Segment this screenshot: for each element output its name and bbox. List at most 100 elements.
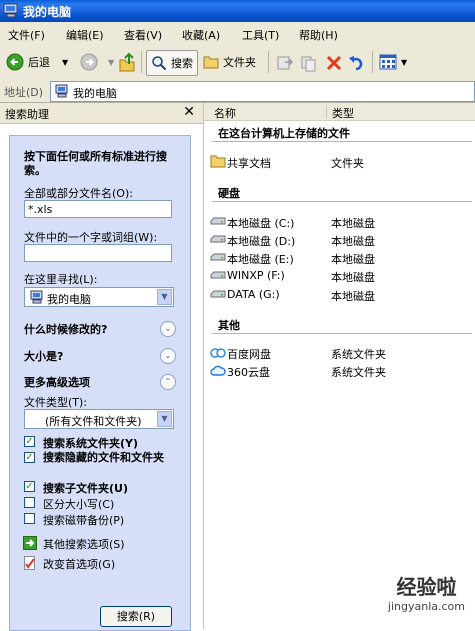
watermark: 经验啦 jingyanla.com — [388, 571, 465, 613]
folder-icon — [203, 56, 219, 69]
views-button[interactable]: ▼ — [379, 50, 407, 74]
item-type: 本地磁盘 — [331, 217, 375, 230]
filetype-select[interactable]: (所有文件和文件夹) ▼ — [24, 409, 174, 429]
search-panel: 搜索助理 ✕ 按下面任何或所有标准进行搜索。 全部或部分文件名(O): *.xl… — [0, 103, 204, 631]
list-item[interactable]: 百度网盘 系统文件夹 — [210, 345, 470, 361]
toolbar: 后退 ▼ ▼ 搜索 文件夹 ▼ — [0, 44, 475, 81]
up-folder-icon[interactable] — [118, 50, 136, 74]
advanced-options-label[interactable]: 更多高级选项 — [24, 374, 90, 390]
my-computer-icon — [30, 290, 43, 304]
address-field[interactable]: 我的电脑 — [50, 81, 475, 102]
column-header: 名称 类型 — [204, 103, 475, 121]
item-type: 文件夹 — [331, 157, 364, 170]
checkbox-system-folders[interactable]: ✓ — [24, 436, 35, 447]
item-name: 百度网盘 — [227, 348, 271, 361]
back-arrow-icon — [6, 53, 24, 71]
search-button[interactable]: 搜索 — [146, 50, 198, 76]
list-item[interactable]: 本地磁盘 (D:) 本地磁盘 — [210, 232, 470, 248]
group-title: 在这台计算机上存储的文件 — [218, 127, 350, 140]
expand-chevron-icon[interactable]: ⌄ — [160, 348, 176, 364]
forward-dropdown-icon[interactable]: ▼ — [108, 58, 114, 67]
item-type: 本地磁盘 — [331, 290, 375, 303]
chevron-down-icon[interactable]: ▼ — [157, 289, 172, 305]
menu-edit[interactable]: 编辑(E) — [66, 27, 104, 43]
item-name: WINXP (F:) — [227, 269, 285, 282]
item-name: DATA (G:) — [227, 288, 280, 301]
my-computer-icon — [3, 3, 18, 18]
other-search-options-link[interactable]: 其他搜索选项(S) — [43, 536, 125, 552]
baidu-cloud-icon — [210, 348, 226, 358]
lookin-label: 在这里寻找(L): — [24, 273, 98, 286]
address-value: 我的电脑 — [73, 87, 117, 100]
checkbox-subfolders[interactable]: ✓ — [24, 481, 35, 492]
back-button[interactable]: 后退 ▼ — [6, 50, 68, 74]
menu-file[interactable]: 文件(F) — [8, 27, 45, 43]
copy-to-icon[interactable] — [300, 50, 318, 74]
word-input[interactable] — [24, 244, 172, 262]
option-system-folders-label[interactable]: 搜索系统文件夹(Y) — [43, 435, 138, 451]
back-dropdown-icon[interactable]: ▼ — [62, 58, 68, 67]
menu-help[interactable]: 帮助(H) — [299, 27, 338, 43]
column-name-header[interactable]: 名称 — [214, 105, 236, 121]
list-item[interactable]: DATA (G:) 本地磁盘 — [210, 287, 470, 303]
menu-tools[interactable]: 工具(T) — [242, 27, 279, 43]
option-subfolders-label[interactable]: 搜索子文件夹(U) — [43, 480, 128, 496]
filetype-value: (所有文件和文件夹) — [45, 415, 142, 428]
item-type: 本地磁盘 — [331, 253, 375, 266]
delete-icon[interactable] — [325, 50, 343, 74]
list-item[interactable]: 本地磁盘 (C:) 本地磁盘 — [210, 214, 470, 230]
green-arrow-icon — [23, 536, 37, 550]
group-title: 其他 — [218, 319, 240, 332]
forward-arrow-icon — [80, 53, 98, 71]
menu-favorites[interactable]: 收藏(A) — [182, 27, 220, 43]
file-list-pane: 名称 类型 在这台计算机上存储的文件 共享文档 文件夹 硬盘 本地磁盘 (C:)… — [204, 103, 475, 629]
checkbox-tape-backup[interactable] — [24, 513, 35, 524]
list-item[interactable]: 本地磁盘 (E:) 本地磁盘 — [210, 250, 470, 266]
item-name: 本地磁盘 (D:) — [227, 235, 296, 248]
option-case-sensitive-label[interactable]: 区分大小写(C) — [43, 496, 114, 512]
folders-button[interactable]: 文件夹 — [203, 50, 256, 74]
watermark-line2: jingyanla.com — [387, 600, 465, 613]
folders-label: 文件夹 — [223, 56, 256, 69]
views-dropdown-icon: ▼ — [401, 57, 408, 67]
item-type: 系统文件夹 — [331, 348, 386, 361]
close-icon[interactable]: ✕ — [183, 104, 195, 120]
search-label: 搜索 — [171, 57, 193, 70]
list-item[interactable]: 360云盘 系统文件夹 — [210, 363, 470, 379]
forward-button[interactable]: ▼ — [80, 50, 114, 74]
my-computer-icon — [55, 84, 68, 98]
checkbox-hidden-files[interactable]: ✓ — [24, 452, 35, 463]
item-name: 共享文档 — [227, 157, 271, 170]
when-modified-label[interactable]: 什么时候修改的? — [24, 321, 107, 337]
filetype-label: 文件类型(T): — [24, 396, 88, 409]
cloud-icon — [210, 365, 226, 376]
search-icon — [152, 56, 167, 71]
lookin-select[interactable]: 我的电脑 ▼ — [24, 287, 174, 307]
checkbox-case-sensitive[interactable] — [24, 497, 35, 508]
expand-chevron-icon[interactable]: ⌄ — [160, 321, 176, 337]
search-submit-button[interactable]: 搜索(R) — [100, 606, 172, 627]
search-panel-body: 按下面任何或所有标准进行搜索。 全部或部分文件名(O): *.xls 文件中的一… — [9, 135, 191, 631]
move-to-icon[interactable] — [276, 50, 294, 74]
search-heading: 按下面任何或所有标准进行搜索。 — [24, 150, 167, 177]
address-label: 地址(D) — [4, 86, 44, 99]
item-name: 360云盘 — [227, 366, 270, 379]
item-type: 本地磁盘 — [331, 235, 375, 248]
title-bar: 我的电脑 — [0, 0, 475, 22]
option-tape-backup-label[interactable]: 搜索磁带备份(P) — [43, 512, 124, 528]
search-panel-header: 搜索助理 ✕ — [0, 103, 203, 124]
item-type: 系统文件夹 — [331, 366, 386, 379]
chevron-down-icon[interactable]: ▼ — [157, 411, 172, 427]
menu-view[interactable]: 查看(V) — [124, 27, 162, 43]
column-type-header[interactable]: 类型 — [332, 105, 354, 121]
search-panel-title: 搜索助理 — [5, 108, 49, 121]
change-preferences-link[interactable]: 改变首选项(G) — [43, 556, 115, 572]
list-item[interactable]: WINXP (F:) 本地磁盘 — [210, 268, 470, 284]
list-item[interactable]: 共享文档 文件夹 — [210, 154, 470, 170]
undo-icon[interactable] — [348, 50, 366, 74]
collapse-chevron-icon[interactable]: ⌃ — [160, 374, 176, 390]
size-label[interactable]: 大小是? — [24, 348, 63, 364]
filename-input[interactable]: *.xls — [24, 200, 172, 218]
option-hidden-files-label[interactable]: 搜索隐藏的文件和文件夹 — [43, 451, 183, 465]
menu-bar: 文件(F) 编辑(E) 查看(V) 收藏(A) 工具(T) 帮助(H) — [0, 22, 475, 45]
